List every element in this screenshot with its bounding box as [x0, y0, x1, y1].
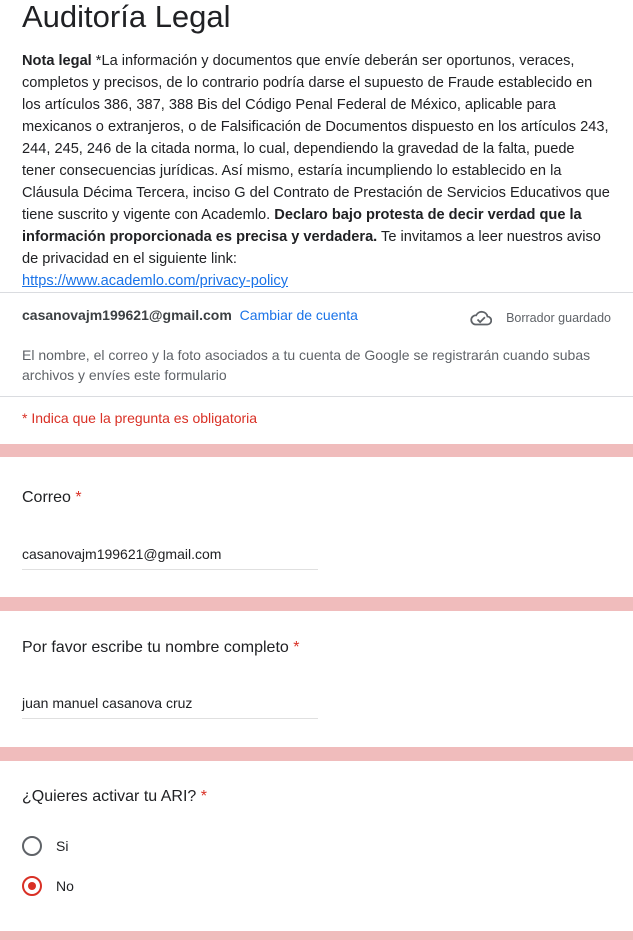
- question-label: ¿Quieres activar tu ARI?: [22, 788, 197, 805]
- question-title: ¿Quieres activar tu ARI? *: [22, 788, 611, 806]
- legal-text-part-1: *La información y documentos que envíe d…: [22, 53, 610, 223]
- required-asterisk: *: [75, 489, 82, 506]
- radio-button-no[interactable]: [22, 876, 42, 896]
- card-gap: [0, 444, 633, 452]
- full-name-field[interactable]: juan manuel casanova cruz: [22, 695, 318, 719]
- card-gap: [0, 747, 633, 761]
- radio-label: No: [56, 878, 74, 894]
- radio-button-si[interactable]: [22, 836, 42, 856]
- account-email: casanovajm199621@gmail.com Cambiar de cu…: [22, 307, 358, 323]
- radio-group: Si No: [22, 826, 611, 906]
- question-label: Por favor escribe tu nombre completo: [22, 639, 289, 656]
- switch-account-link[interactable]: Cambiar de cuenta: [240, 307, 358, 323]
- radio-label: Si: [56, 838, 69, 854]
- privacy-policy-link[interactable]: https://www.academlo.com/privacy-policy: [22, 273, 288, 289]
- required-asterisk: *: [293, 639, 300, 656]
- question-card-name: Por favor escribe tu nombre completo * j…: [0, 611, 633, 747]
- saved-status-text: Borrador guardado: [506, 311, 611, 325]
- account-email-text: casanovajm199621@gmail.com: [22, 307, 232, 323]
- radio-option-si[interactable]: Si: [22, 826, 611, 866]
- question-card-email: Correo * casanovajm199621@gmail.com: [0, 457, 633, 597]
- form-title: Auditoría Legal: [22, 0, 231, 34]
- required-asterisk: *: [200, 788, 207, 805]
- account-row: casanovajm199621@gmail.com Cambiar de cu…: [0, 293, 633, 333]
- question-label: Correo: [22, 489, 71, 506]
- question-card-ari: ¿Quieres activar tu ARI? * Si No: [0, 761, 633, 931]
- legal-notice: Nota legal *La información y documentos …: [0, 40, 633, 292]
- google-account-notice: El nombre, el correo y la foto asociados…: [22, 347, 591, 383]
- email-field[interactable]: casanovajm199621@gmail.com: [22, 546, 318, 570]
- required-note: * Indica que la pregunta es obligatoria: [22, 410, 258, 426]
- legal-label: Nota legal: [22, 53, 92, 69]
- radio-option-no[interactable]: No: [22, 866, 611, 906]
- question-title: Por favor escribe tu nombre completo *: [22, 639, 611, 657]
- card-gap: [0, 597, 633, 611]
- draft-saved-status: Borrador guardado: [470, 310, 611, 326]
- form-header-card: Auditoría Legal Nota legal *La informaci…: [0, 0, 633, 444]
- question-title: Correo *: [22, 489, 611, 507]
- cloud-check-icon: [470, 310, 493, 326]
